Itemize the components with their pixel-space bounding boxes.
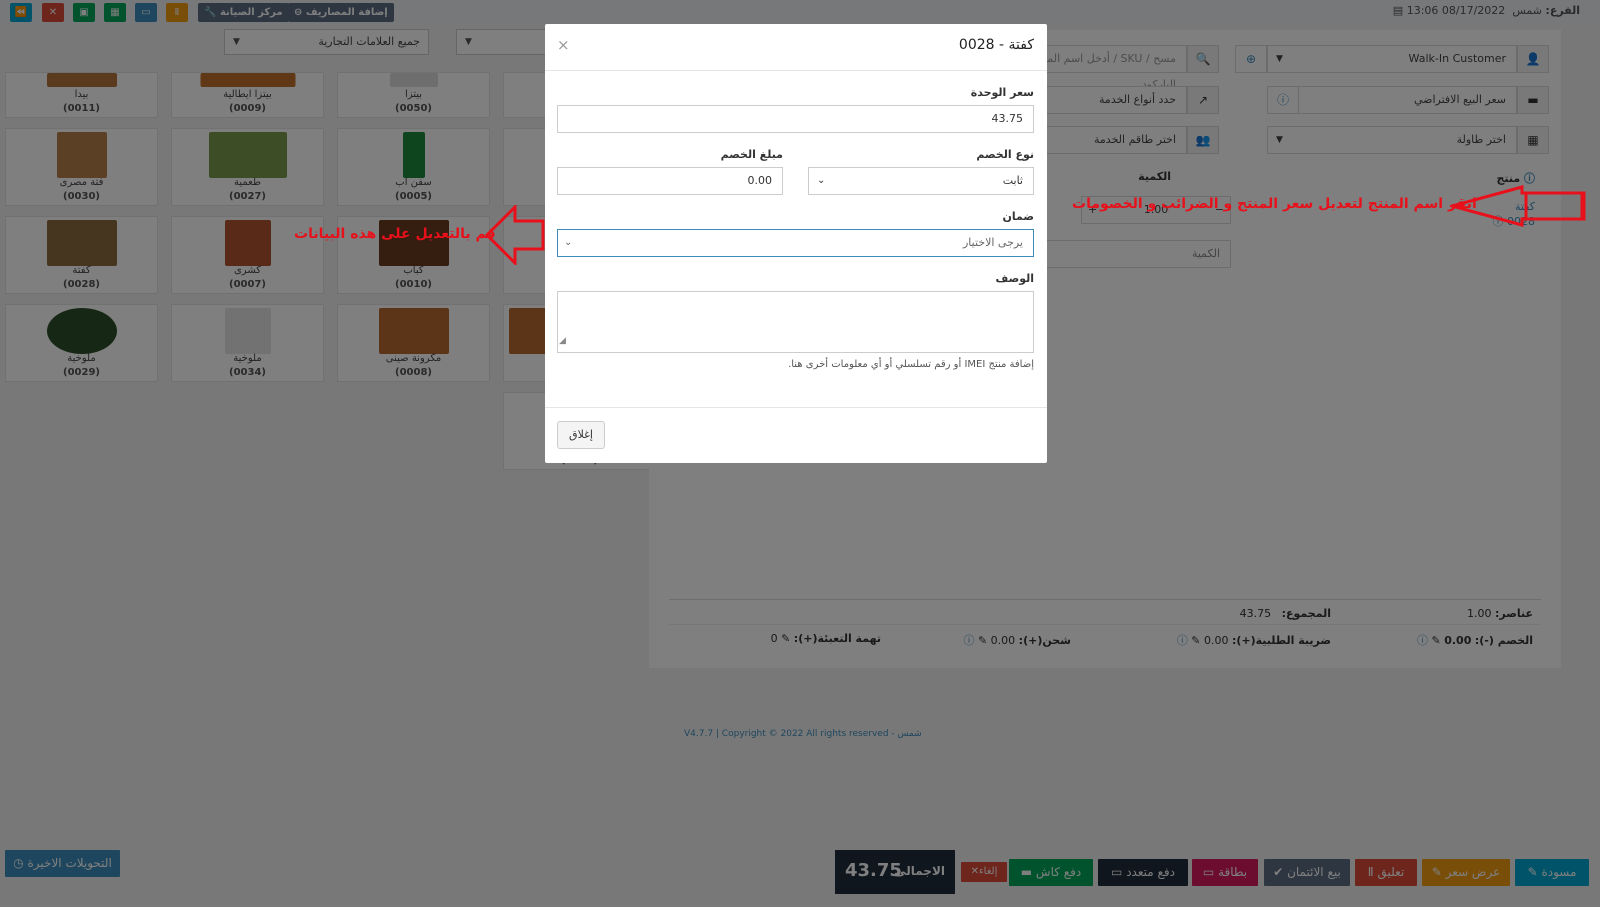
warranty-value: يرجى الاختيار <box>962 236 1023 249</box>
close-button[interactable]: إغلاق <box>557 421 605 449</box>
annotation-edit-data: قم بالتعديل على هذه البيانات <box>294 226 496 242</box>
chevron-down-icon: ⌄ <box>564 237 573 248</box>
discount-type-label: نوع الخصم <box>976 148 1034 161</box>
modal-title: كفتة - 0028 <box>958 37 1034 53</box>
discount-type-select[interactable]: ثابت ⌄ <box>808 167 1034 195</box>
unit-price-label: سعر الوحدة <box>970 86 1034 99</box>
modal-footer-divider <box>545 407 1047 408</box>
resize-handle-icon[interactable]: ◢ <box>559 328 566 354</box>
modal-close-icon[interactable]: × <box>557 36 570 54</box>
discount-amount-input[interactable]: 0.00 <box>557 167 783 195</box>
description-label: الوصف <box>995 272 1034 285</box>
discount-amount-label: مبلغ الخصم <box>720 148 783 161</box>
modal-header-divider <box>545 70 1047 71</box>
chevron-down-icon: ⌄ <box>817 175 826 186</box>
discount-type-value: ثابت <box>1002 174 1023 187</box>
description-help-text: إضافة منتج IMEI أو رقم تسلسلي أو أي معلو… <box>788 359 1034 370</box>
description-textarea[interactable]: ◢ <box>557 291 1034 353</box>
warranty-label: ضمان <box>1002 210 1034 223</box>
warranty-select[interactable]: يرجى الاختيار ⌄ <box>557 229 1034 257</box>
annotation-click-name: انقر اسم المنتج لتعديل سعر المنتج و الضر… <box>1072 196 1477 212</box>
edit-product-modal: كفتة - 0028 × سعر الوحدة 43.75 نوع الخصم… <box>545 24 1047 463</box>
unit-price-input[interactable]: 43.75 <box>557 105 1034 133</box>
